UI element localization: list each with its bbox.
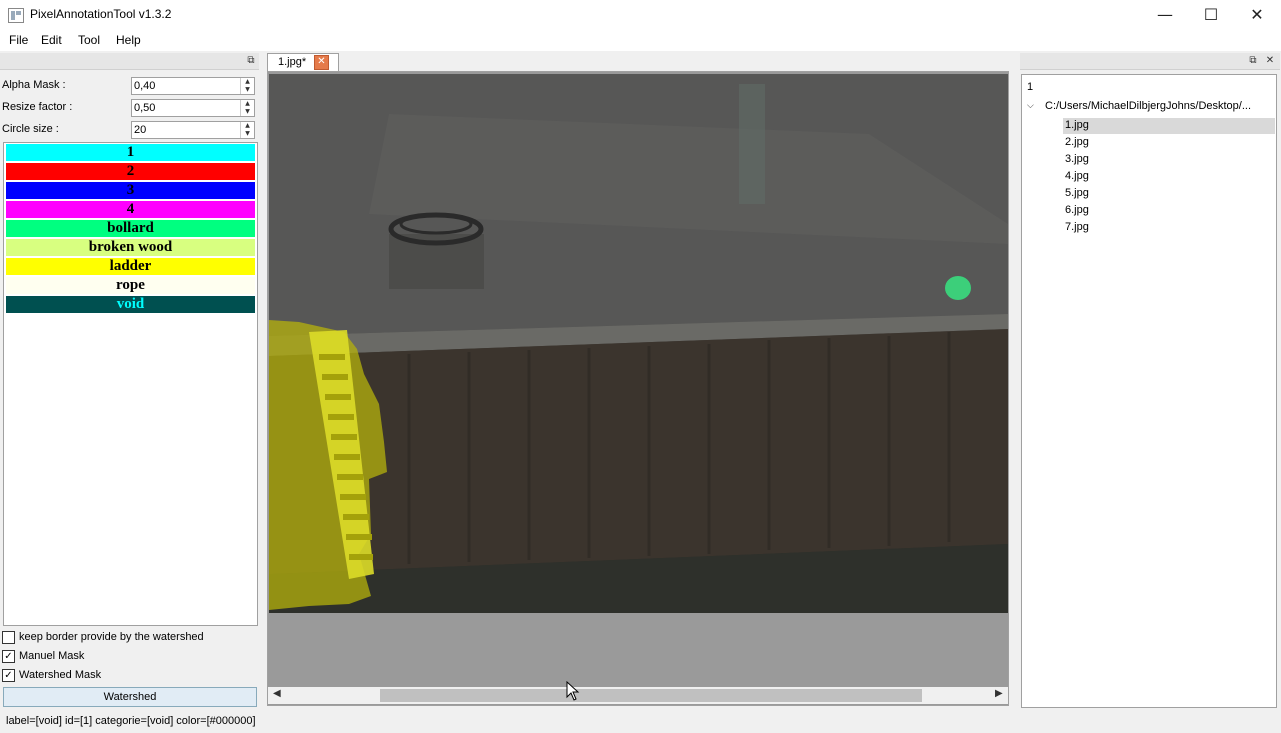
keep-border-label: keep border provide by the watershed <box>19 631 204 643</box>
spin-arrows-icon[interactable]: ▲ ▼ <box>240 122 254 138</box>
label-item-ladder[interactable]: ladder <box>6 258 255 275</box>
resize-factor-label: Resize factor : <box>2 101 73 113</box>
tab-close-icon[interactable]: ✕ <box>314 55 329 70</box>
window-title: PixelAnnotationTool v1.3.2 <box>30 7 172 21</box>
alpha-mask-label: Alpha Mask : <box>2 79 66 91</box>
tree-file-7[interactable]: 7.jpg <box>1065 221 1089 233</box>
menu-help[interactable]: Help <box>116 33 141 47</box>
label-item-4[interactable]: 4 <box>6 201 255 218</box>
menu-tool[interactable]: Tool <box>78 33 100 47</box>
label-item-void[interactable]: void <box>6 296 255 313</box>
tree-selected-highlight <box>1063 118 1275 134</box>
annotated-image[interactable] <box>269 74 1008 613</box>
chevron-down-icon[interactable]: ⌵ <box>1027 101 1034 111</box>
menu-edit[interactable]: Edit <box>41 33 62 47</box>
resize-factor-value: 0,50 <box>134 102 156 114</box>
tab-label: 1.jpg* <box>278 56 307 68</box>
watershed-mask-checkbox[interactable]: ✓ <box>2 669 15 682</box>
menu-file[interactable]: File <box>9 33 28 47</box>
tree-file-2[interactable]: 2.jpg <box>1065 136 1089 148</box>
label-item-rope[interactable]: rope <box>6 277 255 294</box>
tree-file-1[interactable]: 1.jpg <box>1065 119 1089 131</box>
close-dock-icon[interactable]: ✕ <box>1264 55 1276 67</box>
manuel-mask-label: Manuel Mask <box>19 650 85 662</box>
manuel-mask-checkbox[interactable]: ✓ <box>2 650 15 663</box>
tree-file-4[interactable]: 4.jpg <box>1065 170 1089 182</box>
file-tree: 1 ⌵ C:/Users/MichaelDilbjergJohns/Deskto… <box>1021 74 1277 708</box>
float-dock-icon[interactable]: ⧉ <box>245 55 257 67</box>
spin-arrows-icon[interactable]: ▲ ▼ <box>240 100 254 116</box>
tab-1-jpg[interactable]: 1.jpg* ✕ <box>267 53 339 72</box>
minimize-button[interactable]: — <box>1142 0 1188 30</box>
app-icon <box>8 8 24 23</box>
label-item-2[interactable]: 2 <box>6 163 255 180</box>
alpha-mask-value: 0,40 <box>134 80 156 92</box>
tree-folder[interactable]: C:/Users/MichaelDilbjergJohns/Desktop/..… <box>1045 100 1251 112</box>
watershed-button[interactable]: Watershed <box>3 687 257 707</box>
bollard-annotation <box>945 276 971 300</box>
label-list: 1 2 3 4 bollard broken wood ladder rope … <box>3 142 258 626</box>
circle-size-label: Circle size : <box>2 123 59 135</box>
horizontal-scrollbar[interactable]: ◀ ▶ <box>268 687 1008 704</box>
scrollbar-thumb[interactable] <box>380 689 922 702</box>
post <box>739 84 765 204</box>
tree-file-5[interactable]: 5.jpg <box>1065 187 1089 199</box>
scroll-left-icon[interactable]: ◀ <box>273 688 281 699</box>
status-text: label=[void] id=[1] categorie=[void] col… <box>6 715 256 727</box>
title-bar: PixelAnnotationTool v1.3.2 — ☐ ✕ <box>0 0 1281 30</box>
spin-arrows-icon[interactable]: ▲ ▼ <box>240 78 254 94</box>
close-window-button[interactable]: ✕ <box>1234 0 1280 30</box>
mouse-cursor-icon <box>566 681 580 701</box>
image-overlay <box>269 74 1008 613</box>
status-bar: label=[void] id=[1] categorie=[void] col… <box>0 712 1281 733</box>
circle-size-spinbox[interactable]: 20 ▲ ▼ <box>131 121 255 139</box>
label-item-bollard[interactable]: bollard <box>6 220 255 237</box>
tree-root[interactable]: 1 <box>1027 81 1033 93</box>
scroll-right-icon[interactable]: ▶ <box>995 688 1003 699</box>
right-dock-titlebar: ⧉ ✕ <box>1020 53 1280 70</box>
float-dock-icon[interactable]: ⧉ <box>1247 55 1259 67</box>
label-item-broken-wood[interactable]: broken wood <box>6 239 255 256</box>
tree-file-6[interactable]: 6.jpg <box>1065 204 1089 216</box>
left-dock-titlebar: ⧉ <box>0 53 259 70</box>
watershed-mask-label: Watershed Mask <box>19 669 102 681</box>
alpha-mask-spinbox[interactable]: 0,40 ▲ ▼ <box>131 77 255 95</box>
keep-border-checkbox[interactable] <box>2 631 15 644</box>
resize-factor-spinbox[interactable]: 0,50 ▲ ▼ <box>131 99 255 117</box>
circle-size-value: 20 <box>134 124 147 136</box>
menu-bar: File Edit Tool Help <box>0 30 1281 51</box>
label-item-3[interactable]: 3 <box>6 182 255 199</box>
tree-file-3[interactable]: 3.jpg <box>1065 153 1089 165</box>
image-canvas[interactable] <box>267 71 1009 706</box>
label-item-1[interactable]: 1 <box>6 144 255 161</box>
maximize-button[interactable]: ☐ <box>1188 0 1234 30</box>
